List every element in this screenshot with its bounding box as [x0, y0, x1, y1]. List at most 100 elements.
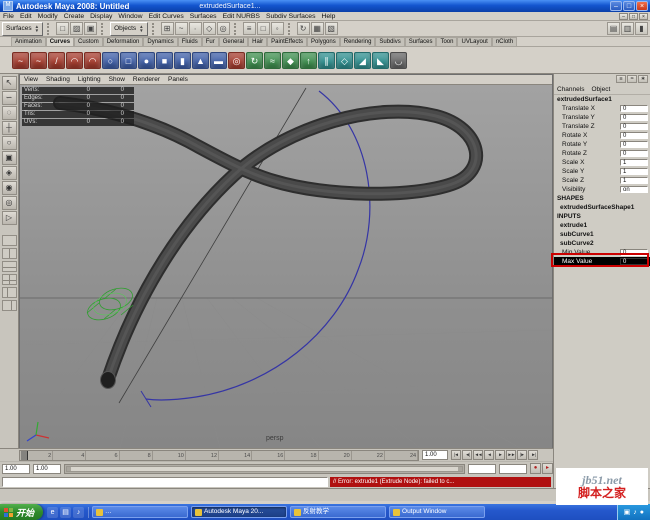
show-attribute-editor-icon[interactable]: ▤ — [607, 22, 620, 35]
save-scene-icon[interactable]: ▣ — [84, 22, 98, 35]
rotate-tool[interactable]: ○ — [1, 136, 17, 150]
menu-create[interactable]: Create — [61, 13, 87, 20]
channel-value-field[interactable]: 1 — [620, 177, 648, 184]
mel-command-input[interactable] — [2, 476, 328, 487]
channel-value-field[interactable]: 0 — [620, 150, 648, 157]
layout-persp-graph-button[interactable] — [1, 300, 17, 311]
attr-scale-y[interactable]: Scale Y 1 — [554, 167, 650, 176]
timeline-track[interactable]: 2 4 6 8 10 12 14 16 18 20 22 24 — [19, 449, 419, 461]
planar-icon[interactable]: ◆ — [282, 51, 299, 69]
tab-custom[interactable]: Custom — [74, 37, 103, 46]
channel-hyperbolic-icon[interactable]: ≈ — [627, 75, 637, 83]
snap-curve-icon[interactable]: ~ — [174, 22, 188, 35]
nurbs-cube-icon[interactable]: ■ — [156, 51, 173, 69]
tab-animation[interactable]: Animation — [11, 37, 46, 46]
loft-icon[interactable]: ≈ — [264, 51, 281, 69]
render-current-frame-icon[interactable]: ▦ — [310, 22, 324, 35]
task-button-1[interactable]: … — [92, 506, 189, 518]
select-tool[interactable]: ↖ — [1, 76, 17, 90]
step-back-frame-button[interactable]: ◄◄ — [473, 450, 483, 460]
child-close-button[interactable]: × — [639, 12, 648, 20]
menu-modify[interactable]: Modify — [35, 13, 61, 20]
go-to-start-button[interactable]: |◄ — [451, 450, 461, 460]
attr-scale-x[interactable]: Scale X 1 — [554, 158, 650, 167]
boundary-icon[interactable]: ◇ — [336, 51, 353, 69]
attr-rotate-x[interactable]: Rotate X 0 — [554, 131, 650, 140]
vp-menu-show[interactable]: Show — [105, 76, 129, 83]
tray-media-icon[interactable]: ♪ — [633, 509, 637, 516]
make-live-icon[interactable]: ◎ — [216, 22, 230, 35]
move-tool[interactable]: ┼ — [1, 121, 17, 135]
channel-value-field[interactable]: 0 — [620, 258, 648, 265]
channel-settings-icon[interactable]: ∗ — [638, 75, 648, 83]
select-component-icon[interactable]: ◦ — [270, 22, 284, 35]
snap-plane-icon[interactable]: ◇ — [202, 22, 216, 35]
channel-value-field[interactable]: 1 — [620, 159, 648, 166]
shape-node-name[interactable]: extrudedSurfaceShape1 — [554, 203, 650, 212]
current-frame-field[interactable]: 1.00 — [422, 450, 448, 460]
input-subcurve2[interactable]: subCurve2 — [554, 239, 650, 248]
attr-translate-x[interactable]: Translate X 0 — [554, 104, 650, 113]
menu-file[interactable]: File — [0, 13, 17, 20]
show-tool-settings-icon[interactable]: ▥ — [621, 22, 634, 35]
task-button-maya[interactable]: Autodesk Maya 20... — [191, 506, 288, 518]
range-end-field[interactable] — [499, 463, 527, 474]
menu-subdiv-surfaces[interactable]: Subdiv Surfaces — [263, 13, 319, 20]
ep-curve-tool-icon[interactable]: ~ — [30, 51, 47, 69]
play-backwards-button[interactable]: ◄ — [484, 450, 494, 460]
tab-surfaces[interactable]: Surfaces — [404, 37, 437, 46]
vp-menu-view[interactable]: View — [20, 76, 42, 83]
tab-deformation[interactable]: Deformation — [102, 37, 144, 46]
menu-window[interactable]: Window — [115, 13, 145, 20]
channels-menu[interactable]: Channels — [557, 86, 584, 93]
show-manipulator-tool[interactable]: ◎ — [1, 196, 17, 210]
nurbs-sphere-icon[interactable]: ● — [138, 51, 155, 69]
attr-max-value[interactable]: Max Value 0 — [554, 257, 650, 266]
close-button[interactable]: × — [636, 1, 648, 11]
range-start-field[interactable]: 1.00 — [2, 463, 30, 474]
nurbs-cylinder-icon[interactable]: ▮ — [174, 51, 191, 69]
attr-min-value[interactable]: Min Value 0 — [554, 248, 650, 257]
tray-status-icon[interactable]: ● — [640, 509, 644, 516]
vp-menu-shading[interactable]: Shading — [42, 76, 74, 83]
tab-painteffects[interactable]: PaintEffects — [267, 37, 308, 46]
tab-subdivs[interactable]: Subdivs — [375, 37, 405, 46]
last-tool[interactable]: ▷ — [1, 211, 17, 225]
channel-value-field[interactable]: 0 — [620, 249, 648, 256]
quicklaunch-media-icon[interactable]: ♪ — [73, 506, 85, 518]
menu-edit[interactable]: Edit — [17, 13, 35, 20]
anim-end-field[interactable] — [468, 463, 496, 474]
input-subcurve1[interactable]: subCurve1 — [554, 230, 650, 239]
quicklaunch-desktop-icon[interactable]: ▤ — [60, 506, 72, 518]
channel-value-field[interactable]: on — [620, 186, 648, 193]
tab-rendering[interactable]: Rendering — [339, 37, 376, 46]
tab-dynamics[interactable]: Dynamics — [143, 37, 178, 46]
menu-edit-nurbs[interactable]: Edit NURBS — [220, 13, 263, 20]
attr-translate-y[interactable]: Translate Y 0 — [554, 113, 650, 122]
show-channel-box-icon[interactable]: ▮ — [635, 22, 648, 35]
channel-value-field[interactable]: 0 — [620, 114, 648, 121]
layout-persp-outliner-button[interactable] — [1, 287, 17, 298]
menu-display[interactable]: Display — [87, 13, 115, 20]
bevel-icon[interactable]: ◢ — [354, 51, 371, 69]
prev-key-button[interactable]: ◄| — [462, 450, 472, 460]
cv-curve-tool-icon[interactable]: ~ — [12, 51, 29, 69]
snap-grid-icon[interactable]: ⊞ — [160, 22, 174, 35]
menu-help[interactable]: Help — [318, 13, 338, 20]
scale-tool[interactable]: ▣ — [1, 151, 17, 165]
channel-speed-icon[interactable]: ≡ — [616, 75, 626, 83]
task-button-output[interactable]: Output Window — [389, 506, 486, 518]
attr-translate-z[interactable]: Translate Z 0 — [554, 122, 650, 131]
nurbs-square-icon[interactable]: □ — [120, 51, 137, 69]
vp-menu-lighting[interactable]: Lighting — [74, 76, 105, 83]
select-hierarchy-icon[interactable]: ≡ — [242, 22, 256, 35]
menu-edit-curves[interactable]: Edit Curves — [146, 13, 187, 20]
arc-two-point-icon[interactable]: ◠ — [84, 51, 101, 69]
attr-scale-z[interactable]: Scale Z 1 — [554, 176, 650, 185]
nurbs-circle-icon[interactable]: ○ — [102, 51, 119, 69]
menu-surfaces[interactable]: Surfaces — [187, 13, 220, 20]
selection-mask-dropdown[interactable]: Objects ▲ ▼ — [110, 21, 148, 36]
viewport-canvas[interactable]: Verts: 0 0 Edges: 0 0 Faces: 0 0 Tris: 0 — [20, 85, 552, 448]
revolve-icon[interactable]: ↻ — [246, 51, 263, 69]
channel-value-field[interactable]: 1 — [620, 168, 648, 175]
